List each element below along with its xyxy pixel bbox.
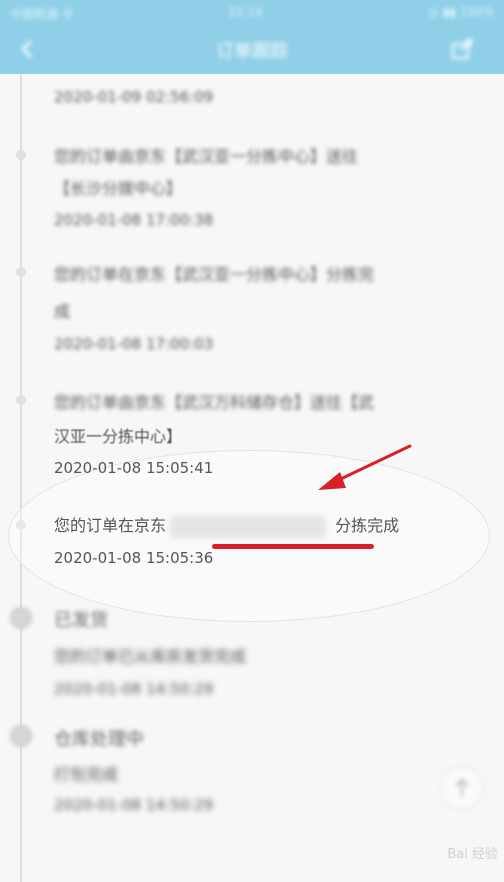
entry3-line1: 您的订单由京东【武汉万科储存仓】送往【武 [54, 393, 375, 412]
scroll-to-top-button[interactable] [440, 766, 484, 810]
redacted-block [170, 515, 327, 538]
timeline-dot [16, 150, 26, 160]
entry1-line1: 您的订单由京东【武汉亚一分拣中心】送往 [54, 147, 359, 166]
processing-time: 2020-01-08 14:50:29 [54, 796, 214, 814]
status-bar: 中国联通 令 15:14 ◎ ▮▮ 100% [0, 0, 504, 24]
share-icon[interactable] [450, 37, 474, 61]
timeline-dot [16, 520, 26, 530]
timeline-dot [16, 267, 26, 277]
shipped-title: 已发货 [54, 610, 108, 631]
processing-title: 仓库处理中 [54, 729, 144, 750]
battery-text: ◎ ▮▮ 100% [428, 5, 494, 19]
entry2-time: 2020-01-08 17:00:03 [54, 335, 214, 353]
entry1-line2: 【长沙分拨中心】 [54, 179, 183, 198]
shipped-time: 2020-01-08 14:50:29 [54, 680, 214, 698]
entry4-message: 您的订单在京东 分拣完成 [54, 509, 474, 542]
entry3-time: 2020-01-08 15:05:41 [54, 459, 214, 477]
entry2-line1: 您的订单在京东【武汉亚一分拣中心】分拣完 [54, 265, 375, 284]
carrier-text: 中国联通 令 [10, 7, 74, 21]
annotation-arrow-icon [318, 444, 412, 490]
shipped-status-icon [10, 607, 32, 629]
processing-desc: 打包完成 [54, 765, 119, 784]
entry1-time: 2020-01-08 17:00:38 [54, 211, 214, 229]
timeline-dot [16, 395, 26, 405]
processing-status-icon [10, 725, 32, 747]
entry4-time: 2020-01-08 15:05:36 [54, 549, 214, 567]
entry4-prefix: 您的订单在京东 [54, 516, 167, 535]
arrow-up-icon [455, 778, 469, 797]
entry2-line2: 成 [54, 302, 71, 321]
clock-text: 15:14 [228, 5, 263, 19]
watermark: Bai 经验 [447, 847, 498, 862]
timeline-line [20, 74, 22, 882]
entry0-time: 2020-01-09 02:56:09 [54, 88, 214, 106]
entry4-suffix: 分拣完成 [335, 516, 400, 535]
annotation-underline [212, 544, 374, 549]
shipped-desc: 您的订单已从库房发货完成 [54, 647, 247, 666]
page-title: 订单跟踪 [216, 41, 288, 62]
